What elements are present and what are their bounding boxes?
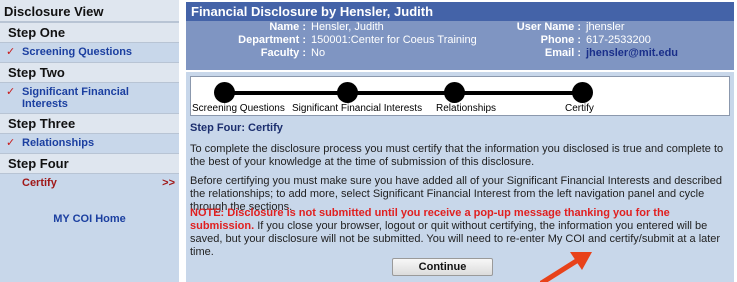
email-label: Email : — [544, 47, 581, 59]
sidebar-item-certify[interactable]: Certify >> — [0, 174, 179, 193]
progress-label-screening: Screening Questions — [192, 103, 285, 114]
page-title: Financial Disclosure by Hensler, Judith — [186, 2, 734, 21]
progress-dot-relationships — [444, 82, 465, 103]
progress-tracker: Screening Questions Significant Financia… — [190, 76, 730, 116]
sidebar-title: Disclosure View — [0, 0, 179, 22]
disclosure-sidebar: Disclosure View Step One ✓ Screening Que… — [0, 0, 181, 282]
email-value[interactable]: jhensler@mit.edu — [586, 47, 678, 59]
sidebar-item-label[interactable]: Screening Questions — [22, 46, 132, 58]
progress-line — [219, 91, 589, 95]
instruction-paragraph-1: To complete the disclosure process you m… — [190, 143, 724, 168]
header-row-1: Name : Hensler, Judith User Name : jhens… — [186, 21, 734, 34]
progress-label-sfi: Significant Financial Interests — [292, 103, 423, 114]
progress-dot-certify — [572, 82, 593, 103]
my-coi-home: MY COI Home — [0, 213, 179, 225]
phone-label: Phone : — [540, 34, 581, 46]
progress-label-certify: Certify — [565, 103, 594, 114]
main-panel: Financial Disclosure by Hensler, Judith … — [183, 0, 737, 282]
progress-label-relationships: Relationships — [436, 103, 497, 114]
certify-content: Screening Questions Significant Financia… — [186, 72, 734, 282]
checkmark-icon: ✓ — [6, 86, 16, 98]
phone-value: 617-2533200 — [586, 34, 651, 46]
header-row-2: Department : 150001:Center for Coeus Tra… — [186, 34, 734, 47]
submission-note: NOTE: Disclosure is not submitted until … — [190, 207, 735, 259]
sidebar-item-significant-financial-interests[interactable]: ✓ Significant Financial Interests — [0, 83, 179, 113]
step-two-heading: Step Two — [0, 62, 179, 83]
department-value: 150001:Center for Coeus Training — [311, 34, 477, 46]
sidebar-item-relationships[interactable]: ✓ Relationships — [0, 134, 179, 153]
submission-note-rest: If you close your browser, logout or qui… — [190, 220, 721, 258]
step-heading: Step Four: Certify — [190, 122, 283, 134]
sidebar-item-label[interactable]: Significant Financial Interests — [22, 86, 142, 110]
header-row-3: Faculty : No Email : jhensler@mit.edu — [186, 47, 734, 60]
annotation-arrow-icon — [540, 252, 592, 282]
sidebar-item-label[interactable]: Certify — [22, 177, 57, 189]
username-label: User Name : — [516, 21, 581, 33]
progress-dot-sfi — [337, 82, 358, 103]
step-one-heading: Step One — [0, 22, 179, 43]
name-label: Name : — [269, 21, 306, 33]
step-four-heading: Step Four — [0, 153, 179, 174]
my-coi-home-link[interactable]: MY COI Home — [53, 213, 126, 225]
checkmark-icon: ✓ — [6, 137, 16, 149]
username-value: jhensler — [586, 21, 625, 33]
faculty-value: No — [311, 47, 326, 59]
current-step-marker: >> — [162, 177, 175, 189]
faculty-label: Faculty : — [260, 47, 306, 59]
sidebar-item-label[interactable]: Relationships — [22, 137, 94, 149]
continue-button[interactable]: Continue — [392, 258, 493, 276]
name-value: Hensler, Judith — [311, 21, 384, 33]
step-three-heading: Step Three — [0, 113, 179, 134]
disclosure-header: Financial Disclosure by Hensler, Judith … — [186, 2, 734, 70]
sidebar-item-screening-questions[interactable]: ✓ Screening Questions — [0, 43, 179, 62]
progress-dot-screening — [214, 82, 235, 103]
checkmark-icon: ✓ — [6, 46, 16, 58]
department-label: Department : — [238, 34, 306, 46]
